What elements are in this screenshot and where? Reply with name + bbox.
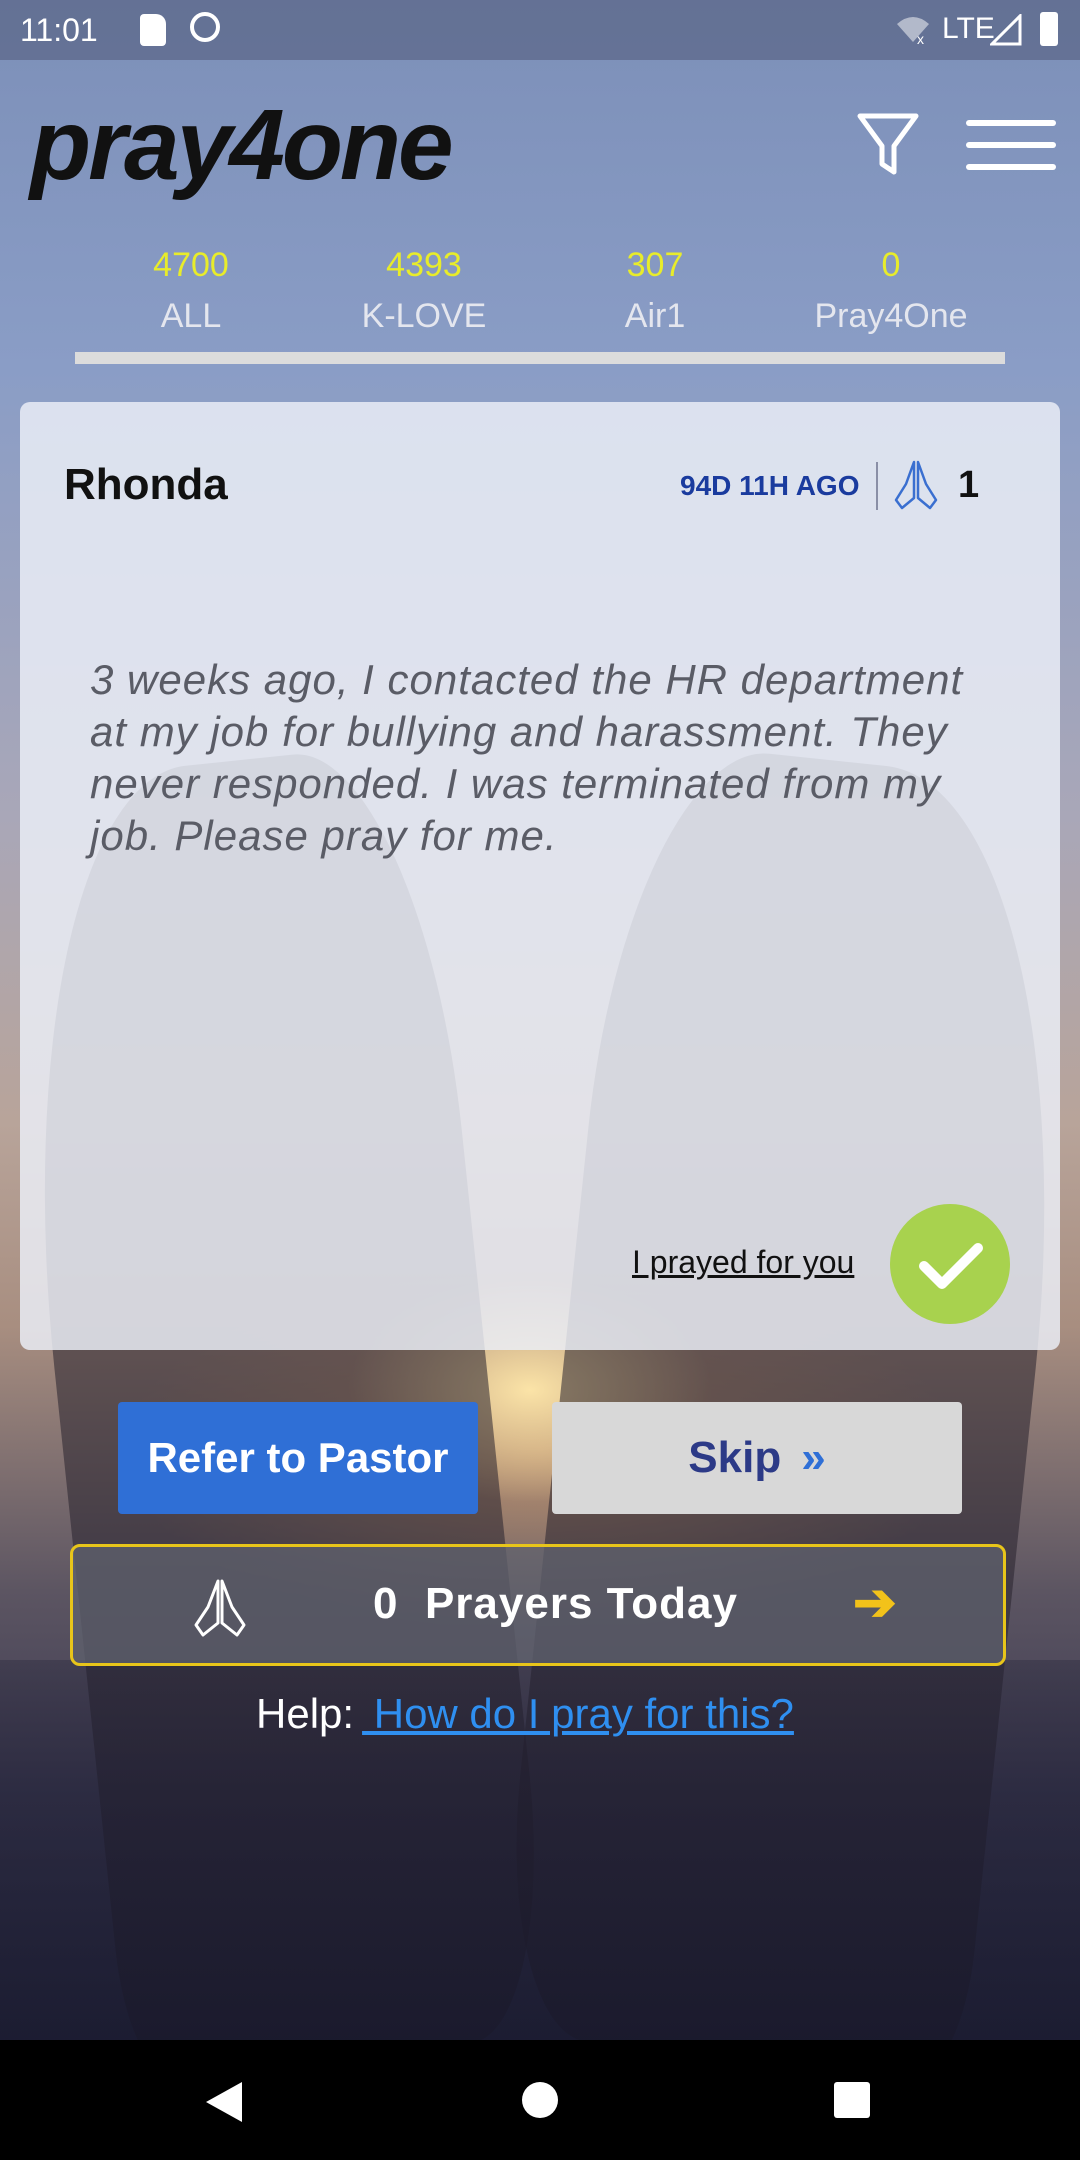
prayed-check-button[interactable] [890, 1204, 1010, 1324]
pray-count: 1 [958, 464, 980, 506]
filter-icon[interactable] [856, 112, 920, 178]
tab-all[interactable]: 4700 ALL [76, 246, 306, 336]
tab-pray4one[interactable]: 0 Pray4One [776, 246, 1006, 336]
status-time: 11:01 [20, 12, 98, 48]
tab-count: 4393 [386, 246, 462, 284]
requester-name: Rhonda [64, 460, 228, 509]
checkmark-icon [919, 1243, 983, 1289]
wifi-icon: x [897, 17, 929, 44]
tab-label: Pray4One [814, 297, 968, 335]
home-icon[interactable] [522, 2082, 558, 2118]
arrow-right-icon: ➔ [853, 1574, 897, 1632]
posted-time-ago: 94D 11H AGO [680, 470, 860, 501]
signal-icon [990, 14, 1022, 46]
tabs-underline [75, 352, 1005, 364]
category-tabs: 4700 ALL 4393 K-LOVE 307 Air1 0 Pray4One [76, 246, 1006, 366]
tab-count: 307 [626, 246, 684, 284]
refer-to-pastor-button[interactable]: Refer to Pastor [118, 1402, 478, 1514]
prayers-today-button[interactable]: 0 Prayers Today ➔ [70, 1544, 1006, 1666]
recent-apps-icon[interactable] [834, 2082, 870, 2118]
how-do-i-pray-link[interactable]: How do I pray for this? [362, 1690, 794, 1737]
tab-label: ALL [160, 297, 222, 335]
tab-label: Air1 [624, 297, 686, 335]
double-chevron-right-icon: » [801, 1433, 826, 1482]
skip-label: Skip [688, 1433, 782, 1482]
tab-label: K-LOVE [361, 297, 487, 335]
praying-hands-icon [194, 1579, 246, 1637]
prayers-today-count: 0 [373, 1579, 399, 1628]
praying-hands-icon [894, 460, 938, 510]
prayer-request-card: Rhonda 94D 11H AGO 1 3 weeks ago, I cont… [20, 402, 1060, 1350]
prayer-message: 3 weeks ago, I contacted the HR departme… [90, 656, 964, 859]
tab-k-love[interactable]: 4393 K-LOVE [309, 246, 539, 336]
status-bar: 11:01 x LTE [0, 0, 1080, 60]
header-divider [876, 462, 878, 510]
sd-card-icon [140, 14, 166, 46]
back-icon[interactable] [206, 2082, 242, 2122]
tab-air1[interactable]: 307 Air1 [540, 246, 770, 336]
network-type: LTE [942, 12, 995, 45]
tab-count: 4700 [153, 246, 229, 284]
app-logo: pray4one [30, 89, 454, 201]
help-prefix: Help: [256, 1690, 355, 1737]
prayers-today-label: Prayers Today [424, 1579, 738, 1628]
svg-text:x: x [917, 31, 924, 44]
tab-count: 0 [881, 246, 901, 284]
i-prayed-for-you-link[interactable]: I prayed for you [632, 1244, 854, 1281]
skip-button[interactable]: Skip » [552, 1402, 962, 1514]
notification-icon [190, 12, 220, 42]
help-line: Help: How do I pray for this? [256, 1690, 794, 1738]
hamburger-menu-icon[interactable] [966, 120, 1056, 172]
battery-icon [1040, 12, 1058, 46]
prayers-today-text: 0 Prayers Today [373, 1579, 738, 1629]
